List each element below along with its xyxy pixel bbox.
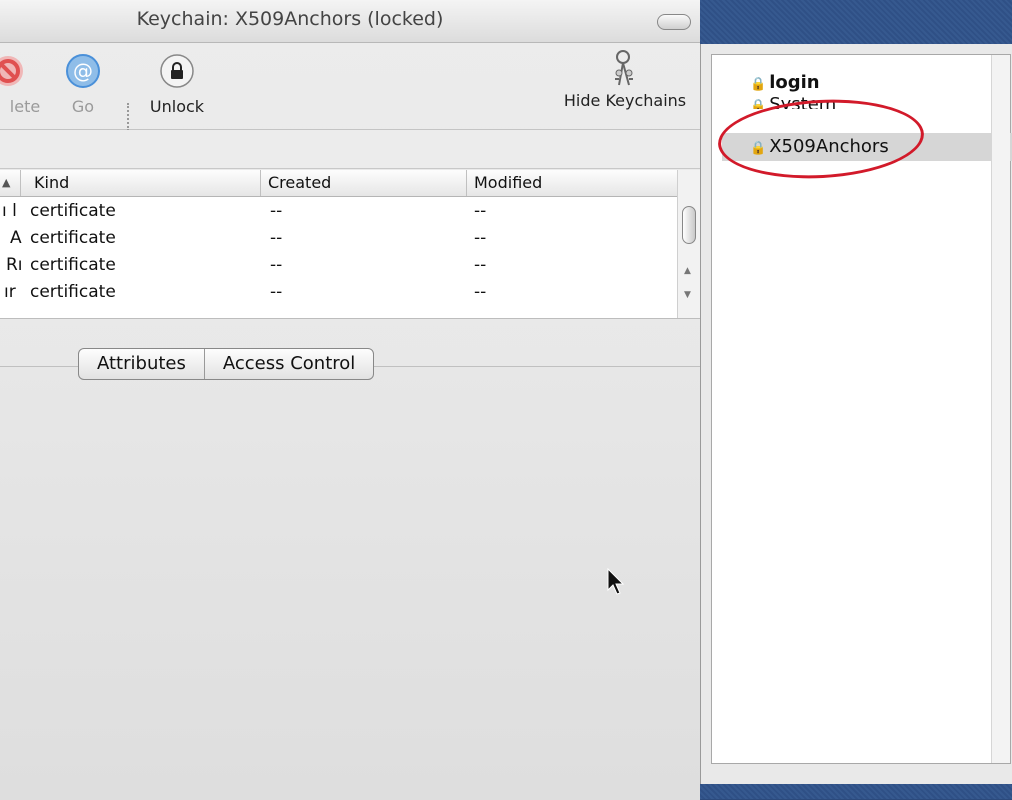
keychain-label: X509Anchors [769, 136, 889, 157]
keychain-label: System [769, 94, 837, 109]
toolbar-toggle-button[interactable] [657, 14, 691, 30]
row-created: -- [270, 255, 283, 275]
row-created: -- [270, 282, 283, 302]
row-created: -- [270, 201, 283, 221]
table-row[interactable]: ır certificate -- -- [0, 279, 678, 306]
row-kind: certificate [30, 255, 116, 275]
table-header: ▲ Kind Created Modified [0, 170, 678, 197]
scroll-thumb[interactable] [682, 206, 696, 244]
unlock-label: Unlock [149, 97, 205, 116]
row-kind: certificate [30, 228, 116, 248]
lock-icon: 🔒 [750, 77, 767, 92]
unlock-button[interactable]: Unlock [142, 53, 212, 116]
scroll-down-arrow-icon[interactable]: ▼ [684, 290, 691, 300]
toolbar-separator [127, 103, 129, 131]
table-row[interactable]: Rı certificate -- -- [0, 252, 678, 279]
title-bar[interactable]: Keychain: X509Anchors (locked) [0, 0, 700, 43]
row-name-fragment: A [10, 228, 22, 248]
keys-icon [615, 50, 633, 86]
delete-label: lete [9, 97, 41, 116]
row-kind: certificate [30, 201, 116, 221]
hide-keychains-button[interactable]: Hide Keychains [555, 49, 695, 118]
detail-tab-control: Attributes Access Control [78, 348, 375, 380]
table-scrollbar[interactable]: ▲ ▼ [677, 170, 700, 318]
table-row[interactable]: ı l certificate -- -- [0, 198, 678, 225]
row-name-fragment: Rı [6, 255, 23, 275]
row-created: -- [270, 228, 283, 248]
row-modified: -- [474, 201, 487, 221]
go-label: Go [71, 97, 95, 116]
keychains-list: 🔒 login 🔒 System 🔒 X509Anchors [711, 54, 1012, 764]
row-modified: -- [474, 228, 487, 248]
column-divider [466, 170, 467, 196]
search-strip [0, 130, 700, 169]
column-divider [260, 170, 261, 196]
table-row-partial [0, 306, 678, 318]
lock-icon [160, 54, 194, 88]
row-modified: -- [474, 282, 487, 302]
delete-button[interactable]: lete [0, 53, 50, 116]
column-divider [20, 170, 21, 196]
at-sign-icon: @ [66, 54, 100, 88]
tab-access-control[interactable]: Access Control [203, 349, 373, 379]
keychain-label: login [769, 72, 820, 93]
drawer-scrollbar[interactable] [991, 55, 1010, 763]
scroll-up-arrow-icon[interactable]: ▲ [684, 266, 691, 276]
row-name-fragment: ır [4, 282, 16, 302]
toolbar: lete @ Go Unlock Hide Keychains [0, 43, 700, 131]
items-table: ▲ Kind Created Modified ı l certificate … [0, 170, 700, 319]
column-header-created[interactable]: Created [268, 173, 331, 192]
go-button[interactable]: @ Go [58, 53, 108, 116]
sort-arrow-icon: ▲ [2, 176, 11, 189]
keychain-window: Keychain: X509Anchors (locked) lete @ Go [0, 0, 700, 800]
keychains-drawer: 🔒 login 🔒 System 🔒 X509Anchors [700, 44, 1012, 784]
mouse-pointer-icon [607, 568, 625, 595]
keychain-item-system[interactable]: 🔒 System [750, 91, 836, 109]
lock-icon: 🔒 [750, 99, 767, 109]
table-row[interactable]: A certificate -- -- [0, 225, 678, 252]
row-kind: certificate [30, 282, 116, 302]
delete-icon [0, 56, 23, 86]
row-name-fragment: ı l [2, 201, 17, 221]
tab-attributes[interactable]: Attributes [79, 349, 204, 379]
row-modified: -- [474, 255, 487, 275]
hide-keychains-label: Hide Keychains [563, 91, 687, 110]
svg-text:@: @ [73, 59, 93, 83]
lock-icon: 🔒 [750, 141, 767, 156]
window-title: Keychain: X509Anchors (locked) [136, 8, 444, 30]
detail-pane [0, 366, 700, 800]
column-header-modified[interactable]: Modified [474, 173, 542, 192]
column-header-kind[interactable]: Kind [34, 173, 69, 192]
keychain-item-x509anchors[interactable]: 🔒 X509Anchors [722, 133, 1012, 161]
